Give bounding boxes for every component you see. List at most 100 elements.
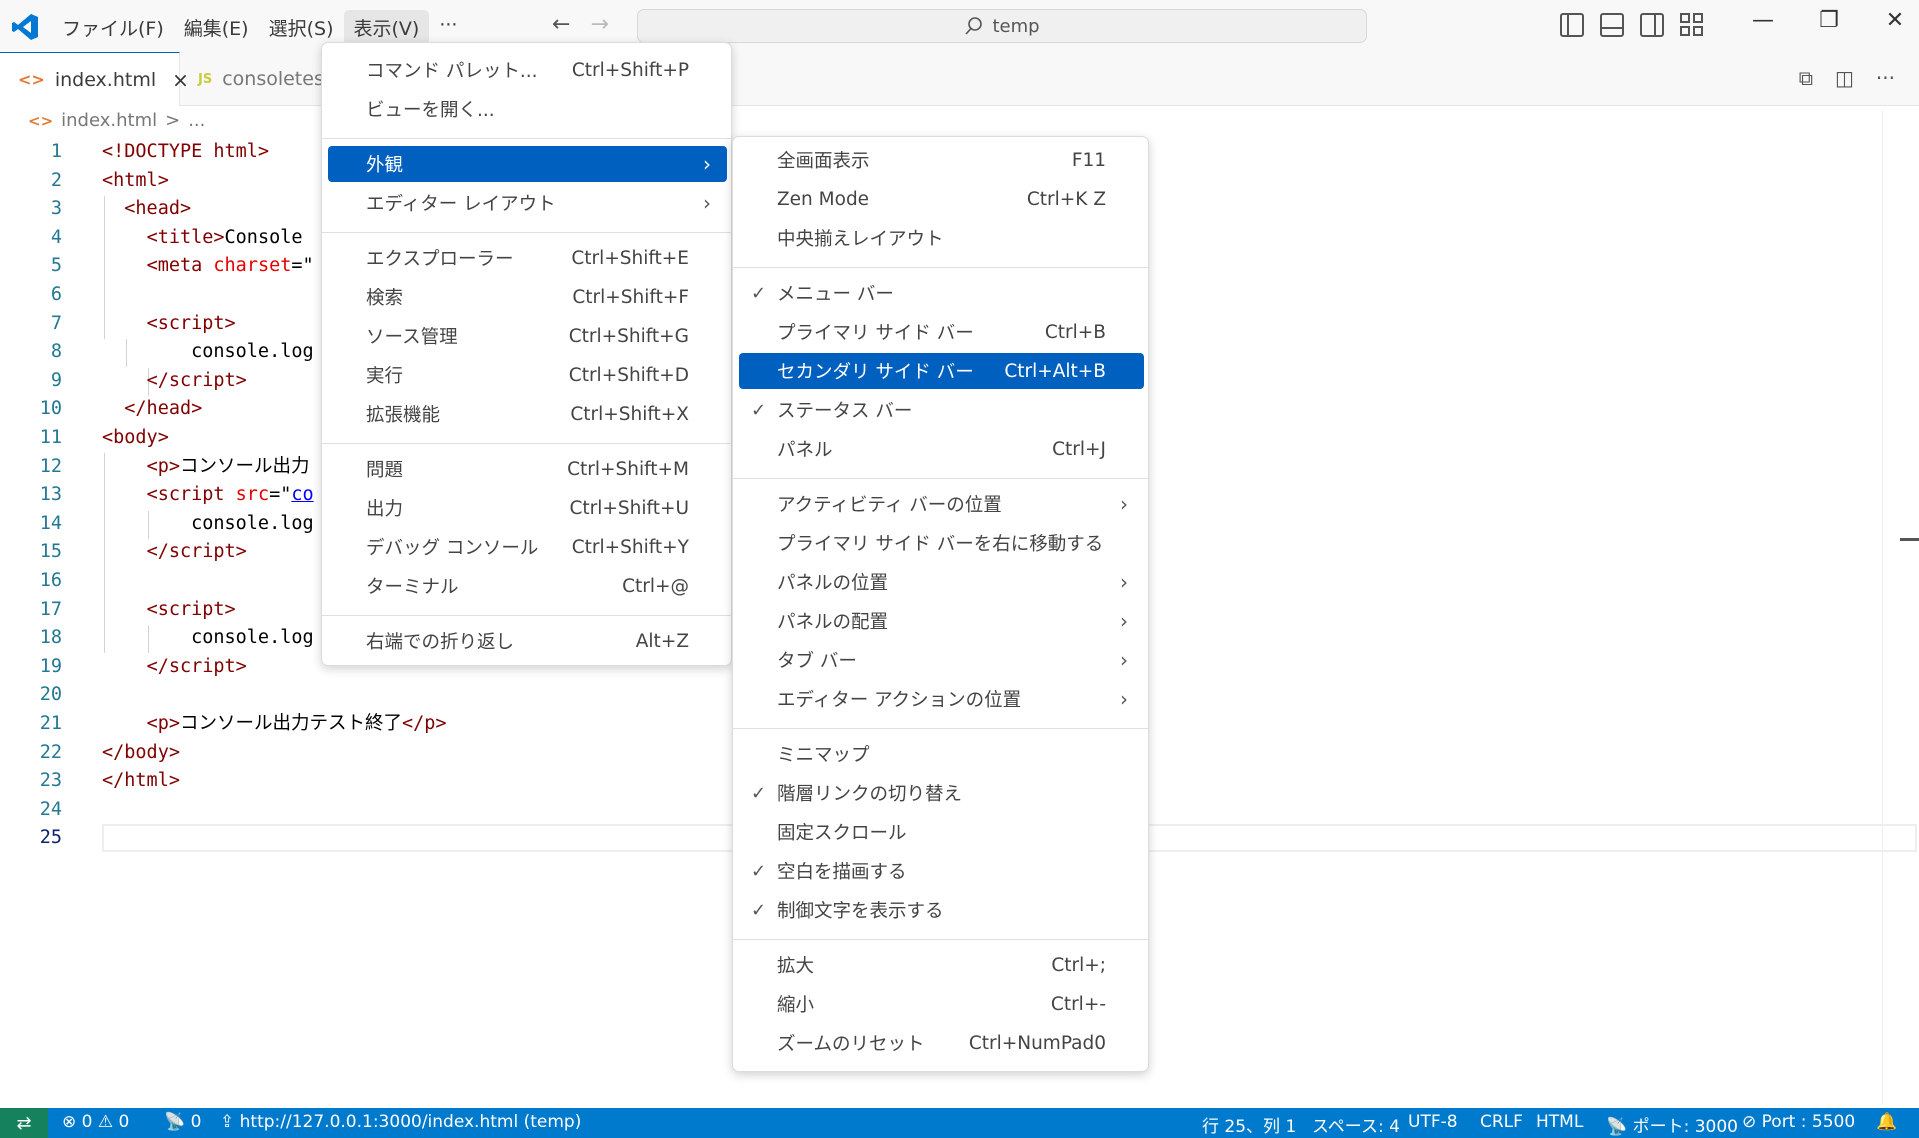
- menu-item-shortcut: Ctrl+Shift+P: [571, 59, 689, 81]
- menu-item[interactable]: 中央揃えレイアウト: [739, 220, 1144, 256]
- indentation-status[interactable]: スペース: 4: [1312, 1112, 1400, 1137]
- menu-item-label: アクティビティ バーの位置: [777, 495, 1002, 516]
- menu-item[interactable]: 実行 Ctrl+Shift+D: [328, 357, 727, 393]
- menu-item-shortcut: Ctrl+Shift+D: [568, 364, 689, 386]
- problems-status[interactable]: ⊗ 0 ⚠ 0: [62, 1112, 129, 1132]
- code-text: </html>: [102, 770, 180, 792]
- menu-item[interactable]: プライマリ サイド バーを右に移動する: [739, 525, 1144, 561]
- eol-status[interactable]: CRLF: [1480, 1112, 1523, 1132]
- menu-item[interactable]: パネルの位置 ›: [739, 564, 1144, 600]
- menu-item[interactable]: ミニマップ: [739, 736, 1144, 772]
- restore-icon[interactable]: ❐: [1796, 8, 1862, 33]
- menu-item[interactable]: ✓ 制御文字を表示する: [739, 892, 1144, 928]
- menu-item[interactable]: パネルの配置 ›: [739, 603, 1144, 639]
- breadcrumb-rest[interactable]: ...: [188, 110, 205, 131]
- menu-item[interactable]: タブ バー ›: [739, 642, 1144, 678]
- menu-item[interactable]: プライマリ サイド バー Ctrl+B: [739, 314, 1144, 350]
- line-number: 24: [39, 798, 62, 820]
- tab-index-html[interactable]: <> index.html ×: [0, 52, 189, 106]
- editor-tab-bar: <> index.html × JS consoletes: [0, 52, 1919, 106]
- open-preview-icon[interactable]: ⧉: [1799, 66, 1813, 90]
- menu-item[interactable]: 固定スクロール: [739, 814, 1144, 850]
- cursor-position[interactable]: 行 25、列 1: [1202, 1112, 1296, 1137]
- view-menu: コマンド パレット... Ctrl+Shift+P ビューを開く... 外観 › エディタ…: [321, 42, 733, 666]
- menu-item-shortcut: Ctrl+Alt+B: [1004, 360, 1106, 382]
- close-icon[interactable]: ✕: [1862, 8, 1919, 33]
- menu-item[interactable]: アクティビティ バーの位置 ›: [739, 486, 1144, 522]
- toggle-primary-sidebar-icon[interactable]: [1560, 13, 1584, 37]
- window-controls: — ❐ ✕: [1730, 8, 1919, 33]
- menu-item[interactable]: 外観 ›: [328, 146, 727, 182]
- menu-item[interactable]: ✓ 空白を描画する: [739, 853, 1144, 889]
- code-text: <!DOCTYPE html>: [102, 141, 270, 162]
- menu-item-shortcut: F11: [1071, 149, 1106, 171]
- code-text: </script>: [146, 369, 247, 391]
- menu-item[interactable]: ズームのリセット Ctrl+NumPad0: [739, 1025, 1144, 1061]
- menu-item[interactable]: Zen Mode Ctrl+K Z: [739, 181, 1144, 217]
- menu-item[interactable]: ✓ メニュー バー: [739, 275, 1144, 311]
- menu-more[interactable]: ···: [429, 10, 467, 45]
- menu-item[interactable]: 縮小 Ctrl+-: [739, 986, 1144, 1022]
- menu-item[interactable]: セカンダリ サイド バー Ctrl+Alt+B: [739, 353, 1144, 389]
- remote-indicator[interactable]: ⇄: [0, 1108, 48, 1138]
- tab-consoletest[interactable]: JS consoletes: [180, 52, 330, 106]
- menu-separator: [733, 939, 1150, 940]
- menu-item[interactable]: 全画面表示 F11: [739, 142, 1144, 178]
- menu-item[interactable]: エディター レイアウト ›: [328, 185, 727, 221]
- menu-item[interactable]: デバッグ コンソール Ctrl+Shift+Y: [328, 529, 727, 565]
- menu-item[interactable]: 右端での折り返し Alt+Z: [328, 623, 727, 659]
- split-editor-icon[interactable]: ◫: [1835, 66, 1854, 90]
- menu-item[interactable]: コマンド パレット... Ctrl+Shift+P: [328, 52, 727, 88]
- live-preview-url[interactable]: ⇪ http://127.0.0.1:3000/index.html (temp…: [220, 1112, 581, 1132]
- minimize-icon[interactable]: —: [1730, 8, 1796, 33]
- menu-item-label: 外観: [366, 155, 404, 176]
- encoding-status[interactable]: UTF-8: [1408, 1112, 1458, 1132]
- vscode-logo: [12, 14, 38, 40]
- menu-item-label: プライマリ サイド バー: [777, 323, 974, 344]
- menu-item-shortcut: Ctrl+-: [1050, 993, 1106, 1015]
- menu-item-label: コマンド パレット...: [366, 61, 538, 82]
- menu-item[interactable]: 出力 Ctrl+Shift+U: [328, 490, 727, 526]
- menu-item[interactable]: ✓ 階層リンクの切り替え: [739, 775, 1144, 811]
- menu-item-label: エディター アクションの位置: [777, 690, 1022, 711]
- menu-item[interactable]: エディター アクションの位置 ›: [739, 681, 1144, 717]
- more-actions-icon[interactable]: ···: [1876, 66, 1895, 90]
- forward-arrow-icon[interactable]: →: [590, 12, 608, 37]
- back-arrow-icon[interactable]: ←: [552, 12, 570, 37]
- menu-item-label: 問題: [366, 460, 404, 481]
- menu-item[interactable]: 検索 Ctrl+Shift+F: [328, 279, 727, 315]
- notifications-bell-icon[interactable]: 🔔: [1876, 1112, 1897, 1132]
- line-number: 19: [39, 655, 62, 677]
- menu-selection[interactable]: 選択(S): [259, 10, 344, 45]
- code-text: <body>: [102, 427, 169, 448]
- menu-item[interactable]: 拡大 Ctrl+;: [739, 947, 1144, 983]
- command-center-search[interactable]: temp: [637, 9, 1367, 43]
- toggle-secondary-sidebar-icon[interactable]: [1640, 13, 1664, 37]
- menu-item[interactable]: ✓ ステータス バー: [739, 392, 1144, 428]
- customize-layout-icon[interactable]: [1680, 13, 1704, 37]
- menu-item[interactable]: ソース管理 Ctrl+Shift+G: [328, 318, 727, 354]
- port-forward-status[interactable]: 📡 ポート: 3000: [1606, 1112, 1738, 1137]
- menu-file[interactable]: ファイル(F): [52, 10, 174, 45]
- menu-item-label: 空白を描画する: [777, 862, 907, 883]
- code-text: <p>コンソール出力: [146, 455, 310, 477]
- menu-item-label: パネルの位置: [777, 573, 889, 594]
- toggle-panel-icon[interactable]: [1600, 13, 1624, 37]
- menu-edit[interactable]: 編集(E): [174, 10, 259, 45]
- menu-view[interactable]: 表示(V): [343, 10, 430, 45]
- menu-item[interactable]: ターミナル Ctrl+@: [328, 568, 727, 604]
- menu-item[interactable]: ビューを開く...: [328, 91, 727, 127]
- breadcrumb-file[interactable]: index.html: [61, 110, 157, 131]
- live-server-port[interactable]: ⊘ Port : 5500: [1742, 1112, 1855, 1132]
- language-mode[interactable]: HTML: [1536, 1112, 1583, 1132]
- menu-item[interactable]: 拡張機能 Ctrl+Shift+X: [328, 396, 727, 432]
- menu-item-shortcut: Ctrl+B: [1044, 321, 1106, 343]
- menu-item[interactable]: エクスプローラー Ctrl+Shift+E: [328, 240, 727, 276]
- line-number: 9: [50, 369, 62, 391]
- editor-actions: ⧉ ◫ ···: [1799, 66, 1895, 90]
- menu-item[interactable]: 問題 Ctrl+Shift+M: [328, 451, 727, 487]
- line-number: 5: [50, 255, 62, 277]
- ports-status[interactable]: 📡 0: [164, 1112, 201, 1132]
- menu-item[interactable]: パネル Ctrl+J: [739, 431, 1144, 467]
- menu-item-shortcut: Ctrl+Shift+F: [572, 286, 689, 308]
